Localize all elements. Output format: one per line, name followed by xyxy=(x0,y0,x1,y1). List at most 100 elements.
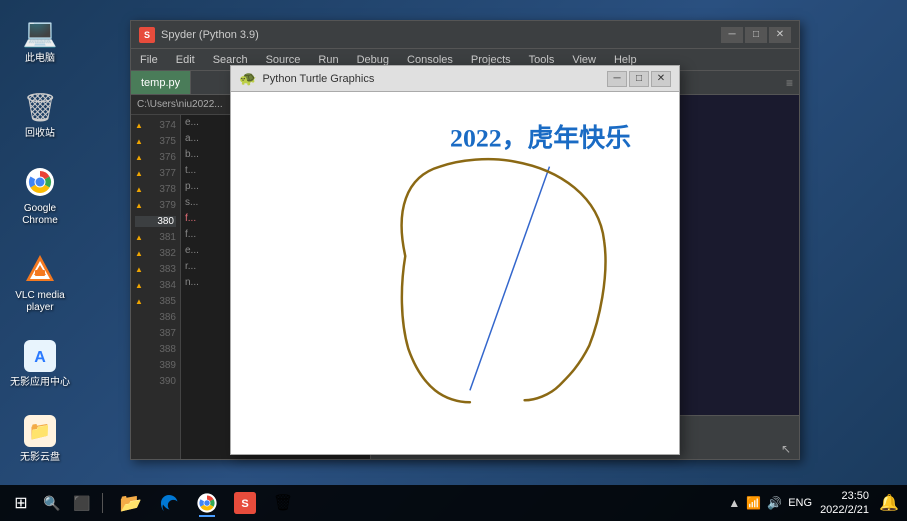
warning-icon: ▲ xyxy=(135,297,143,306)
start-button[interactable]: ⊞ xyxy=(6,489,36,517)
turtle-maximize-button[interactable]: □ xyxy=(629,71,649,87)
menu-run[interactable]: Run xyxy=(315,54,341,66)
warning-icon: ▲ xyxy=(135,121,143,130)
line-num-375: 375 xyxy=(146,136,176,147)
recycle-bin-label: 回收站 xyxy=(25,128,55,140)
spyder-window-controls: ─ □ ✕ xyxy=(721,27,791,43)
tray-network-icon[interactable]: 📶 xyxy=(746,496,761,510)
turtle-line xyxy=(470,167,550,391)
notification-button[interactable]: 🔔 xyxy=(877,491,901,515)
cursor-indicator: ↖ xyxy=(781,442,791,456)
warning-icon: ▲ xyxy=(135,249,143,258)
desktop-icon-cloud[interactable]: 📁 无影云盘 xyxy=(16,409,64,468)
line-num-388: 388 xyxy=(135,344,176,355)
desktop-icon-vlc[interactable]: VLC mediaplayer xyxy=(11,247,68,318)
tray-lang[interactable]: ENG xyxy=(788,497,812,509)
line-num-381: 381 xyxy=(146,232,176,243)
desktop-icon-recycle[interactable]: 🗑 回收站 xyxy=(18,85,62,144)
turtle-window-controls: ─ □ ✕ xyxy=(607,71,671,87)
taskbar-taskview-button[interactable]: ⬛ xyxy=(68,489,96,517)
turtle-svg: 2022，虎年快乐 xyxy=(231,92,679,454)
taskbar-trash[interactable]: 🗑 xyxy=(265,489,301,517)
warning-icon: ▲ xyxy=(135,233,143,242)
menu-tools[interactable]: Tools xyxy=(526,54,558,66)
warning-icon: ▲ xyxy=(135,185,143,194)
line-row: ▲ 383 xyxy=(135,261,176,277)
taskbar-separator xyxy=(102,493,103,513)
line-num-385: 385 xyxy=(146,296,176,307)
desktop-icons-area: 💻 此电脑 🗑 回收站 GoogleChrome xyxy=(0,0,80,468)
menu-help[interactable]: Help xyxy=(611,54,640,66)
taskbar-edge[interactable] xyxy=(151,489,187,517)
vlc-label: VLC mediaplayer xyxy=(15,290,64,314)
tray-up-arrow[interactable]: ▲ xyxy=(728,496,740,510)
menu-edit[interactable]: Edit xyxy=(173,54,198,66)
desktop-icon-appstore[interactable]: A 无影应用中心 xyxy=(6,334,74,393)
cloud-disk-icon: 📁 xyxy=(22,413,58,449)
warning-icon: ▲ xyxy=(135,201,143,210)
taskbar-search-button[interactable]: 🔍 xyxy=(38,489,66,517)
menu-consoles[interactable]: Consoles xyxy=(404,54,456,66)
desktop-icon-this-pc[interactable]: 💻 此电脑 xyxy=(18,10,62,69)
menu-projects[interactable]: Projects xyxy=(468,54,514,66)
line-num-379: 379 xyxy=(146,200,176,211)
appstore-icon: A xyxy=(22,338,58,374)
chrome-icon xyxy=(22,164,58,200)
spyder-close-button[interactable]: ✕ xyxy=(769,27,791,43)
line-row: 389 xyxy=(135,357,176,373)
turtle-window: 🐢 Python Turtle Graphics ─ □ ✕ 2022，虎年快乐 xyxy=(230,65,680,455)
line-row: ▲ 384 xyxy=(135,277,176,293)
menu-source[interactable]: Source xyxy=(263,54,304,66)
line-row: ▲ 385 xyxy=(135,293,176,309)
spyder-maximize-button[interactable]: □ xyxy=(745,27,767,43)
chrome-label: GoogleChrome xyxy=(22,203,58,227)
turtle-titlebar: 🐢 Python Turtle Graphics ─ □ ✕ xyxy=(231,66,679,92)
line-num-386: 386 xyxy=(135,312,176,323)
line-row: 386 xyxy=(135,309,176,325)
taskbar-apps: 📂 S xyxy=(113,489,301,517)
line-row: ▲ 379 xyxy=(135,197,176,213)
line-row: ▲ 375 xyxy=(135,133,176,149)
turtle-close-button[interactable]: ✕ xyxy=(651,71,671,87)
taskbar-spyder[interactable]: S xyxy=(227,489,263,517)
turtle-app-icon: 🐢 xyxy=(239,70,256,87)
panel-options[interactable]: ≡ xyxy=(786,76,793,90)
line-row: ▲ 382 xyxy=(135,245,176,261)
taskbar-clock[interactable]: 23:50 2022/2/21 xyxy=(820,489,869,518)
editor-tab-temppy[interactable]: temp.py xyxy=(131,71,191,94)
menu-file[interactable]: File xyxy=(137,54,161,66)
tray-volume-icon[interactable]: 🔊 xyxy=(767,496,782,510)
vlc-icon xyxy=(22,251,58,287)
line-num-387: 387 xyxy=(135,328,176,339)
taskbar-file-explorer[interactable]: 📂 xyxy=(113,489,149,517)
warning-icon: ▲ xyxy=(135,265,143,274)
path-text: C:\Users\niu2022... xyxy=(137,99,223,110)
line-row: ▲ 377 xyxy=(135,165,176,181)
turtle-minimize-button[interactable]: ─ xyxy=(607,71,627,87)
line-numbers: ▲ 374 ▲ 375 ▲ 376 ▲ 377 xyxy=(131,115,181,459)
warning-icon: ▲ xyxy=(135,137,143,146)
desktop-icon-chrome[interactable]: GoogleChrome xyxy=(18,160,62,231)
taskbar-chrome[interactable] xyxy=(189,489,225,517)
this-pc-icon: 💻 xyxy=(22,14,58,50)
warning-icon: ▲ xyxy=(135,281,143,290)
warning-icon: ▲ xyxy=(135,153,143,162)
spyder-minimize-button[interactable]: ─ xyxy=(721,27,743,43)
turtle-heading-text: 2022，虎年快乐 xyxy=(450,123,631,153)
spyder-title: Spyder (Python 3.9) xyxy=(161,29,715,41)
line-num-384: 384 xyxy=(146,280,176,291)
turtle-drawing xyxy=(402,159,606,402)
turtle-canvas: 2022，虎年快乐 xyxy=(231,92,679,454)
line-num-376: 376 xyxy=(146,152,176,163)
line-num-389: 389 xyxy=(135,360,176,371)
line-num-380: 380 xyxy=(135,216,176,227)
line-row: ▲ 381 xyxy=(135,229,176,245)
editor-tab-label: temp.py xyxy=(141,77,180,89)
menu-search[interactable]: Search xyxy=(210,54,251,66)
this-pc-label: 此电脑 xyxy=(25,53,55,65)
menu-view[interactable]: View xyxy=(569,54,599,66)
spyder-titlebar: S Spyder (Python 3.9) ─ □ ✕ xyxy=(131,21,799,49)
clock-time: 23:50 xyxy=(820,489,869,503)
system-tray: ▲ 📶 🔊 ENG xyxy=(728,496,812,510)
menu-debug[interactable]: Debug xyxy=(354,54,392,66)
